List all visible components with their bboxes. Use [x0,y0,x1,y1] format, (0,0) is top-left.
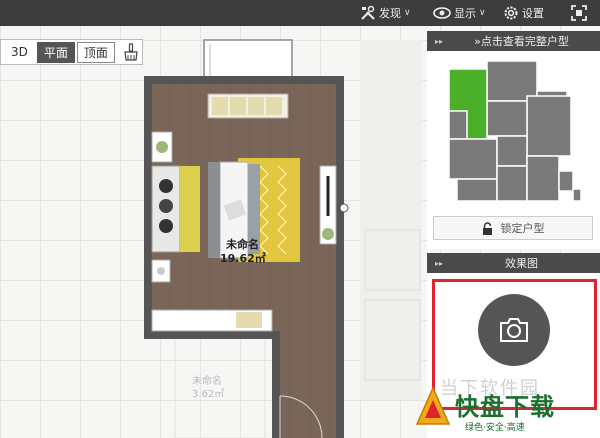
plant-icon [322,228,334,240]
chevron-down-icon: ∨ [479,8,486,18]
lock-icon [482,221,492,235]
plant-icon [156,141,168,153]
gear-icon [504,6,518,20]
ghost-room-area: 3.62㎡ [192,388,224,400]
fullscreen-icon [571,5,587,21]
eye-icon [433,7,451,19]
display-menu[interactable]: 显示 ∨ [433,0,486,26]
lock-layout-label: 锁定户型 [500,222,545,235]
sofa-cushion [180,166,200,252]
lamp-icon [157,267,165,275]
watermark-slogan: 绿色·安全·高速 [465,423,525,433]
discover-label: 发现 [379,7,401,20]
layout-panel-header[interactable]: ▸▸ »点击查看完整户型 [427,31,600,51]
camera-button[interactable] [478,294,550,366]
balcony[interactable] [203,39,293,83]
top-toolbar: 发现 ∨ 显示 ∨ 设置 [0,0,600,26]
watermark-logo-text: 快盘下载 [455,393,555,421]
full-layout-minimap[interactable] [427,51,600,221]
settings-label: 设置 [522,7,544,20]
fullscreen-button[interactable] [571,0,590,26]
watermark: 当下软件园 快盘下载 绿色·安全·高速 [405,372,600,438]
layout-panel-title: »点击查看完整户型 [474,35,569,48]
floor-plan[interactable]: 未命名 19.62㎡ 未命名 3.62㎡ [130,36,360,438]
tools-icon [361,5,375,20]
lock-layout-button[interactable]: 锁定户型 [433,216,593,240]
discover-menu[interactable]: 发现 ∨ [360,0,411,26]
view-top-button[interactable]: 顶面 [76,41,115,63]
ottoman[interactable] [208,162,220,258]
room-area-label: 19.62㎡ [220,251,266,265]
settings-button[interactable]: 设置 [503,0,544,26]
expand-arrows-icon: ▸▸ [435,36,444,46]
layout-panel-body: 锁定户型 [427,51,600,249]
view-mode-toggle: 3D 平面 顶面 [0,39,143,65]
wall-handle[interactable] [339,203,349,213]
expand-arrows-icon: ▸▸ [435,258,444,268]
display-label: 显示 [454,7,476,20]
camera-icon [500,318,528,342]
render-panel-title: 效果图 [505,257,539,270]
render-panel-header[interactable]: ▸▸ 效果图 [427,253,600,273]
desk-chair [236,312,262,328]
room-name-label[interactable]: 未命名 [225,237,259,251]
chevron-down-icon: ∨ [404,8,411,18]
ghost-room-name: 未命名 [192,374,222,387]
view-3d-button[interactable]: 3D [4,43,35,61]
view-plan-button[interactable]: 平面 [36,41,75,63]
watermark-logo-icon [415,386,451,425]
